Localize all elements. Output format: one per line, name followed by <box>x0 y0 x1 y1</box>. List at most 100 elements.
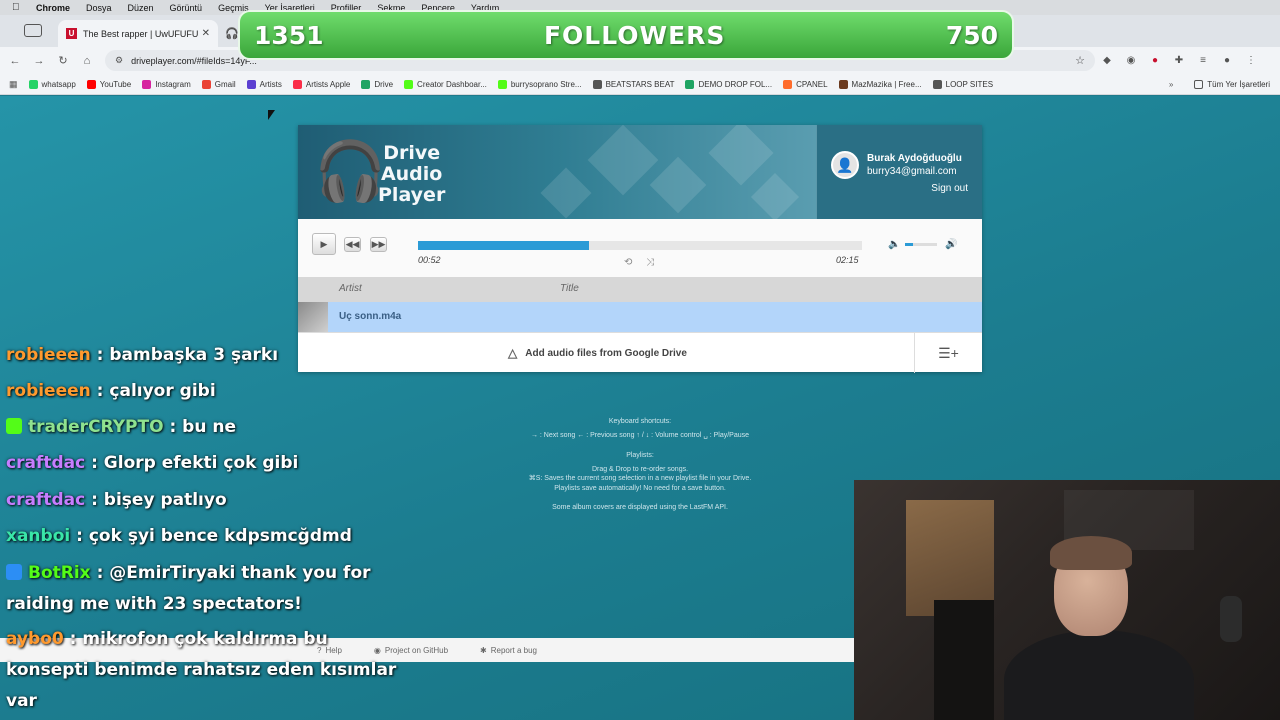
bookmark-label: YouTube <box>99 79 132 89</box>
bookmark-favicon-icon <box>86 79 96 89</box>
time-total: 02:15 <box>836 255 859 265</box>
more-menu-icon[interactable]: ⋮ <box>1239 55 1263 66</box>
playlist-add-button[interactable]: ☰+ <box>914 333 982 373</box>
chat-badge-icon <box>6 564 22 580</box>
url-text: driveplayer.com/#fileIds=14yF... <box>131 55 257 66</box>
bookmark-label: Artists <box>259 79 282 89</box>
microphone <box>1220 596 1242 642</box>
bookmark-item[interactable]: Instagram <box>142 79 191 89</box>
bookmark-item[interactable]: DEMO DROP FOL... <box>685 79 772 89</box>
all-bookmarks-folder[interactable]: Tüm Yer İşaretleri <box>1194 79 1270 89</box>
folder-icon <box>1194 79 1204 89</box>
chat-message: aybo0 : mikrofon çok kaldırma bu konsept… <box>6 624 406 717</box>
column-title[interactable]: Title <box>560 283 579 294</box>
chat-username[interactable]: craftdac <box>6 490 91 510</box>
tab-uwufufu[interactable]: U The Best rapper | UwUFUFU ✕ <box>58 20 218 47</box>
chat-message: craftdac : Glorp efekti çok gibi <box>6 448 298 479</box>
playlists-line-2: ⌘S: Saves the current song selection in … <box>528 475 752 483</box>
bookmark-item[interactable]: CPANEL <box>783 79 828 89</box>
bookmark-item[interactable]: Gmail <box>201 79 236 89</box>
chat-username[interactable]: xanboi <box>6 526 76 546</box>
play-icon: ▶ <box>320 238 328 249</box>
site-info-icon[interactable]: ⚙ <box>115 55 123 66</box>
next-button[interactable]: ▶▶ <box>370 237 387 252</box>
bookmark-item[interactable]: Creator Dashboar... <box>404 79 487 89</box>
progress-bar[interactable] <box>418 241 862 250</box>
bookmark-label: CPANEL <box>796 79 828 89</box>
bookmark-item[interactable]: whatsapp <box>28 79 76 89</box>
chat-username[interactable]: robieeen <box>6 381 97 401</box>
keyboard-shortcuts-text: → : Next song ← : Previous song ↑ / ↓ : … <box>530 431 750 439</box>
bookmark-label: LOOP SITES <box>945 79 994 89</box>
back-icon[interactable]: ← <box>3 55 27 67</box>
volume-slider[interactable] <box>905 243 937 246</box>
menu-duzen[interactable]: Düzen <box>128 3 154 13</box>
add-drive-files-button[interactable]: △ Add audio files from Google Drive <box>508 346 687 360</box>
headphones-icon[interactable]: 🎧 <box>225 27 239 40</box>
chat-username[interactable]: BotRix <box>28 563 97 583</box>
report-bug-link[interactable]: ✱ Report a bug <box>480 646 537 655</box>
bookmark-favicon-icon <box>838 79 848 89</box>
menu-goruntu[interactable]: Görüntü <box>170 3 203 13</box>
repeat-icon[interactable]: ⟲ <box>624 257 632 268</box>
chat-badge-icon <box>6 418 22 434</box>
apps-grid-icon[interactable]: ▦ <box>9 79 18 90</box>
bookmark-star-icon[interactable]: ☆ <box>1075 54 1085 67</box>
apple-icon[interactable]:  <box>12 2 26 13</box>
playlist-icon[interactable]: ≡ <box>1191 55 1215 66</box>
streamer-body <box>1004 630 1194 720</box>
bookmark-favicon-icon <box>361 79 371 89</box>
chat-username[interactable]: craftdac <box>6 453 91 473</box>
column-artist[interactable]: Artist <box>339 283 362 294</box>
sign-out-link[interactable]: Sign out <box>931 183 968 194</box>
home-icon[interactable]: ⌂ <box>75 55 99 67</box>
bookmark-item[interactable]: Artists Apple <box>292 79 350 89</box>
tab-overview-icon[interactable] <box>24 24 42 37</box>
bookmark-favicon-icon <box>592 79 602 89</box>
menu-dosya[interactable]: Dosya <box>86 3 112 13</box>
chair <box>934 600 994 720</box>
chat-username[interactable]: robieeen <box>6 345 97 365</box>
extension-icon[interactable]: ◉ <box>1119 55 1143 66</box>
play-button[interactable]: ▶ <box>312 233 336 255</box>
add-files-bar: △ Add audio files from Google Drive ☰+ <box>298 332 982 373</box>
bookmark-favicon-icon <box>292 79 302 89</box>
record-icon[interactable]: ● <box>1143 55 1167 66</box>
bookmark-item[interactable]: LOOP SITES <box>932 79 994 89</box>
bookmark-item[interactable]: Drive <box>361 79 393 89</box>
playlists-heading: Playlists: <box>626 452 654 460</box>
volume-high-icon[interactable]: 🔊 <box>945 239 957 250</box>
bookmark-favicon-icon <box>142 79 152 89</box>
bookmark-label: BEATSTARS BEAT <box>605 79 675 89</box>
previous-icon: ◀◀ <box>345 239 360 249</box>
chat-text: : çalıyor gibi <box>96 381 216 401</box>
chat-message: BotRix : @EmirTiryaki thank you for raid… <box>6 558 406 620</box>
table-row[interactable]: Uç sonn.m4a <box>298 302 982 332</box>
shuffle-icon[interactable]: ⤨ <box>646 257 654 268</box>
extension-icon[interactable]: ◆ <box>1095 55 1119 66</box>
bookmark-item[interactable]: YouTube <box>86 79 132 89</box>
bookmark-item[interactable]: burrysoprano Stre... <box>497 79 582 89</box>
previous-button[interactable]: ◀◀ <box>344 237 361 252</box>
volume-low-icon[interactable]: 🔈 <box>888 239 900 250</box>
bookmark-label: whatsapp <box>41 79 76 89</box>
chat-username[interactable]: traderCRYPTO <box>28 417 169 437</box>
acoustic-panel <box>906 500 994 616</box>
more-bookmarks-icon[interactable]: » <box>1169 80 1173 89</box>
bookmark-item[interactable]: Artists <box>246 79 282 89</box>
menu-chrome[interactable]: Chrome <box>36 3 70 13</box>
uwufufu-favicon-icon: U <box>66 28 77 39</box>
webcam-feed <box>854 480 1280 720</box>
bookmark-item[interactable]: MazMazika | Free... <box>838 79 922 89</box>
forward-icon[interactable]: → <box>27 55 51 67</box>
bookmark-favicon-icon <box>497 79 507 89</box>
close-tab-icon[interactable]: ✕ <box>202 28 210 39</box>
add-files-label: Add audio files from Google Drive <box>525 347 687 359</box>
next-icon: ▶▶ <box>371 239 386 249</box>
puzzle-extensions-icon[interactable]: ✚ <box>1167 55 1191 66</box>
reload-icon[interactable]: ↻ <box>51 54 75 67</box>
chat-username[interactable]: aybo0 <box>6 629 70 649</box>
bookmark-item[interactable]: BEATSTARS BEAT <box>592 79 675 89</box>
chat-text: : bişey patlıyo <box>91 490 227 510</box>
profile-avatar-icon[interactable]: ● <box>1215 55 1239 66</box>
